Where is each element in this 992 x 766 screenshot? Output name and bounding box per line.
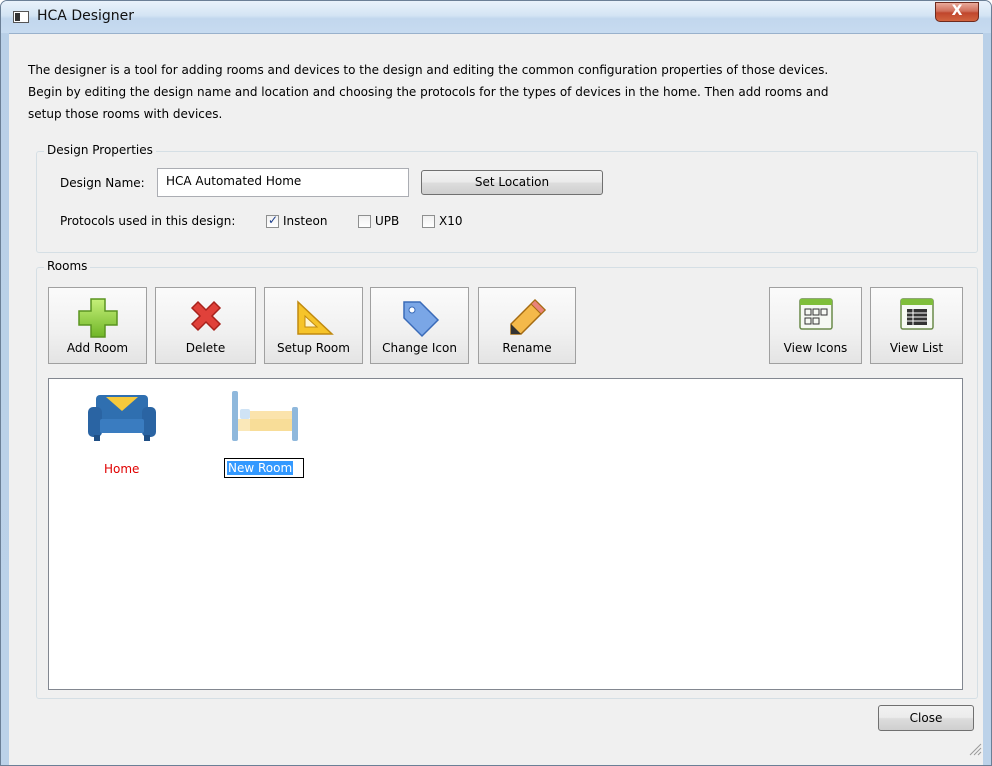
description-line: The designer is a tool for adding rooms … [28, 63, 829, 77]
change-icon-label: Change Icon [382, 341, 457, 355]
protocols-label: Protocols used in this design: [60, 214, 236, 228]
pencil-icon [510, 298, 547, 335]
plus-icon [77, 298, 118, 338]
set-square-icon [296, 300, 334, 335]
set-location-button[interactable]: Set Location [421, 170, 603, 195]
window-close-button[interactable]: X [935, 2, 979, 22]
rename-label: Rename [502, 341, 552, 355]
tag-icon [402, 301, 439, 338]
description-line: setup those rooms with devices. [28, 107, 223, 121]
insteon-label: Insteon [283, 214, 328, 228]
setup-room-label: Setup Room [277, 341, 350, 355]
rooms-list[interactable] [48, 378, 963, 690]
add-room-label: Add Room [66, 341, 129, 355]
view-icons-icon [798, 298, 833, 330]
upb-label: UPB [375, 214, 400, 228]
window-title: HCA Designer [37, 8, 135, 24]
x10-checkbox[interactable] [422, 215, 435, 228]
view-list-label: View List [889, 341, 944, 355]
room-rename-field[interactable]: New Room [224, 458, 304, 478]
delete-button[interactable]: Delete [155, 287, 256, 364]
view-list-icon [899, 298, 934, 330]
title-bar[interactable]: HCA Designer X [1, 1, 991, 33]
rename-button[interactable]: Rename [478, 287, 576, 364]
upb-checkbox[interactable] [358, 215, 371, 228]
room-label[interactable]: Home [104, 462, 139, 476]
sofa-icon[interactable] [86, 391, 158, 443]
x10-label: X10 [439, 214, 463, 228]
resize-grip-icon[interactable] [966, 740, 982, 756]
delete-label: Delete [185, 341, 226, 355]
design-name-field[interactable]: HCA Automated Home [157, 168, 409, 197]
add-room-button[interactable]: Add Room [48, 287, 147, 364]
design-name-label: Design Name: [60, 176, 145, 190]
delete-x-icon [190, 300, 221, 332]
view-icons-label: View Icons [783, 341, 848, 355]
change-icon-button[interactable]: Change Icon [370, 287, 469, 364]
design-properties-group [36, 151, 978, 253]
description-line: Begin by editing the design name and loc… [28, 85, 829, 99]
bed-icon[interactable] [228, 389, 302, 443]
view-icons-button[interactable]: View Icons [769, 287, 862, 364]
description-text: The designer is a tool for adding rooms … [28, 59, 928, 125]
view-list-button[interactable]: View List [870, 287, 963, 364]
setup-room-button[interactable]: Setup Room [264, 287, 363, 364]
room-rename-text: New Room [227, 461, 294, 475]
insteon-checkbox[interactable] [266, 213, 279, 228]
design-properties-title: Design Properties [44, 143, 156, 157]
close-button[interactable]: Close [878, 705, 974, 731]
app-icon [13, 11, 29, 23]
rooms-title: Rooms [44, 259, 91, 273]
